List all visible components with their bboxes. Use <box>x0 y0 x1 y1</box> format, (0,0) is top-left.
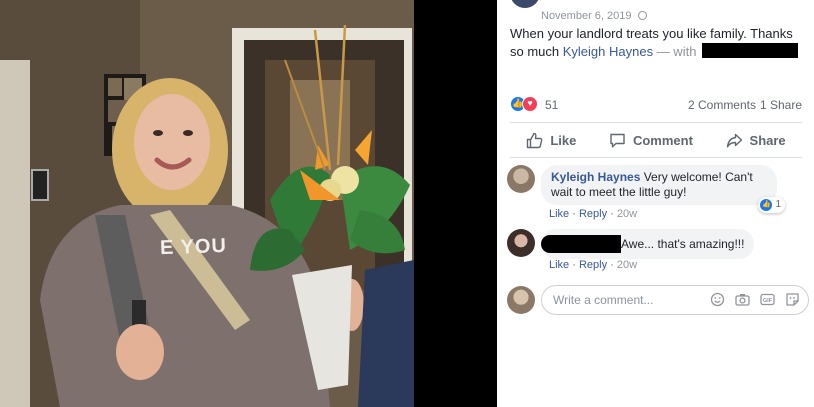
commenter-name[interactable]: Kyleigh Haynes <box>551 170 640 184</box>
emoji-icon[interactable] <box>710 292 725 307</box>
redacted-tagged-name <box>702 42 799 58</box>
camera-icon[interactable] <box>735 292 750 307</box>
like-label: Like <box>550 132 577 148</box>
comment-input[interactable]: Write a comment... GIF <box>541 285 809 315</box>
tagged-user-link[interactable]: Kyleigh Haynes <box>563 44 653 59</box>
comment-meta: Like · Reply · 20w <box>549 208 638 220</box>
comment-reaction-badge[interactable]: 👍 1 <box>758 196 785 213</box>
share-label: Share <box>749 132 786 148</box>
post-panel: November 6, 2019 When your landlord trea… <box>497 0 814 407</box>
comment-button[interactable]: Comment <box>609 132 693 149</box>
post-timestamp[interactable]: November 6, 2019 <box>541 10 647 22</box>
commenter-avatar[interactable] <box>507 229 535 257</box>
comment-meta: Like · Reply · 20w <box>549 259 638 271</box>
photo-viewer: E YOU <box>0 0 497 407</box>
like-reaction-icon: 👍 <box>760 198 773 211</box>
redacted-commenter-name <box>541 235 621 253</box>
comment-icon <box>610 133 625 147</box>
post-time-text: November 6, 2019 <box>541 10 632 22</box>
comment-item: Kyleigh Haynes Very welcome! Can't wait … <box>507 165 785 213</box>
comment-composer: Write a comment... GIF <box>507 285 809 315</box>
commenter-avatar[interactable] <box>507 165 535 193</box>
share-button[interactable]: Share <box>726 132 786 149</box>
composer-icons: GIF <box>710 292 800 307</box>
comment-label: Comment <box>632 132 693 148</box>
current-user-avatar <box>507 286 535 314</box>
divider-top <box>510 122 802 123</box>
comment-time[interactable]: 20w <box>617 208 637 220</box>
comment-like-link[interactable]: Like <box>549 259 569 271</box>
gif-icon[interactable]: GIF <box>760 292 775 307</box>
comment-text: Awe... that's amazing!!! <box>621 237 745 251</box>
comments-count-link[interactable]: 2 Comments <box>688 98 756 112</box>
comment-reaction-count: 1 <box>775 198 781 210</box>
comment-bubble: Kyleigh Haynes Very welcome! Can't wait … <box>541 165 785 213</box>
reactions-summary: 👍 ♥ 51 2 Comments 1 Share <box>510 96 802 114</box>
post-photo[interactable]: E YOU <box>0 0 414 407</box>
thumbs-up-icon <box>527 132 543 148</box>
reaction-count[interactable]: 51 <box>545 98 558 112</box>
comment-bubble: Awe... that's amazing!!! <box>541 229 755 259</box>
comment-reply-link[interactable]: Reply <box>579 208 607 220</box>
svg-text:GIF: GIF <box>763 298 773 304</box>
photo-scene <box>0 0 414 407</box>
globe-icon <box>637 11 647 20</box>
love-reaction-icon: ♥ <box>522 96 538 112</box>
post-text: When your landlord treats you like famil… <box>510 26 806 60</box>
post-header <box>510 0 540 8</box>
reaction-icons[interactable]: 👍 ♥ <box>510 96 538 112</box>
sticker-icon[interactable] <box>785 292 800 307</box>
comment-like-link[interactable]: Like <box>549 208 569 220</box>
comment-item: Awe... that's amazing!!! <box>507 229 755 259</box>
comment-reply-link[interactable]: Reply <box>579 259 607 271</box>
with-text: — with <box>653 43 697 59</box>
share-icon <box>726 133 742 147</box>
post-actions: Like Comment Share <box>510 126 802 154</box>
shares-count-link[interactable]: 1 Share <box>760 98 802 112</box>
hoodie-text: E YOU <box>159 234 228 260</box>
like-button[interactable]: Like <box>526 132 576 149</box>
comment-time[interactable]: 20w <box>617 259 637 271</box>
comment-placeholder: Write a comment... <box>553 293 654 307</box>
author-avatar[interactable] <box>510 0 540 8</box>
divider-bottom <box>510 157 802 158</box>
